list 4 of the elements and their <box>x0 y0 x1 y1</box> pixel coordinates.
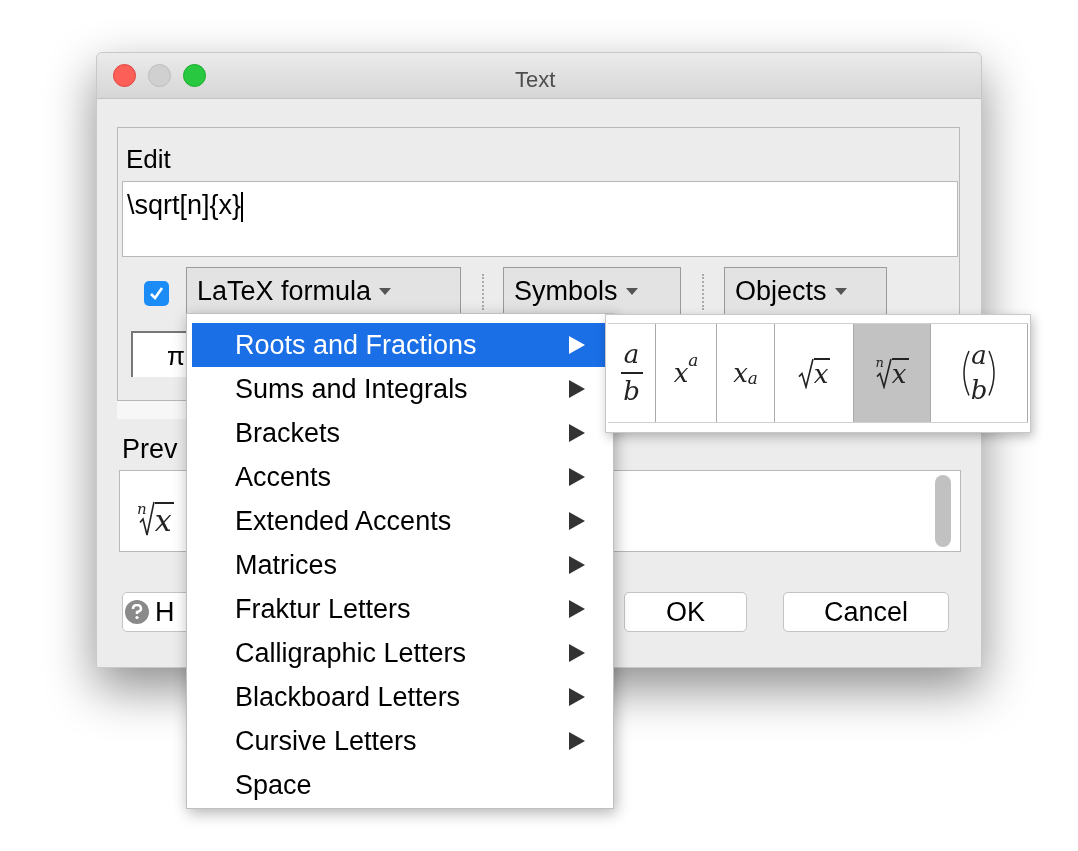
window-title: Text <box>515 66 556 94</box>
preview-label: Prev <box>122 433 178 466</box>
formula-preview: n x <box>137 501 174 538</box>
edit-label: Edit <box>126 143 171 176</box>
